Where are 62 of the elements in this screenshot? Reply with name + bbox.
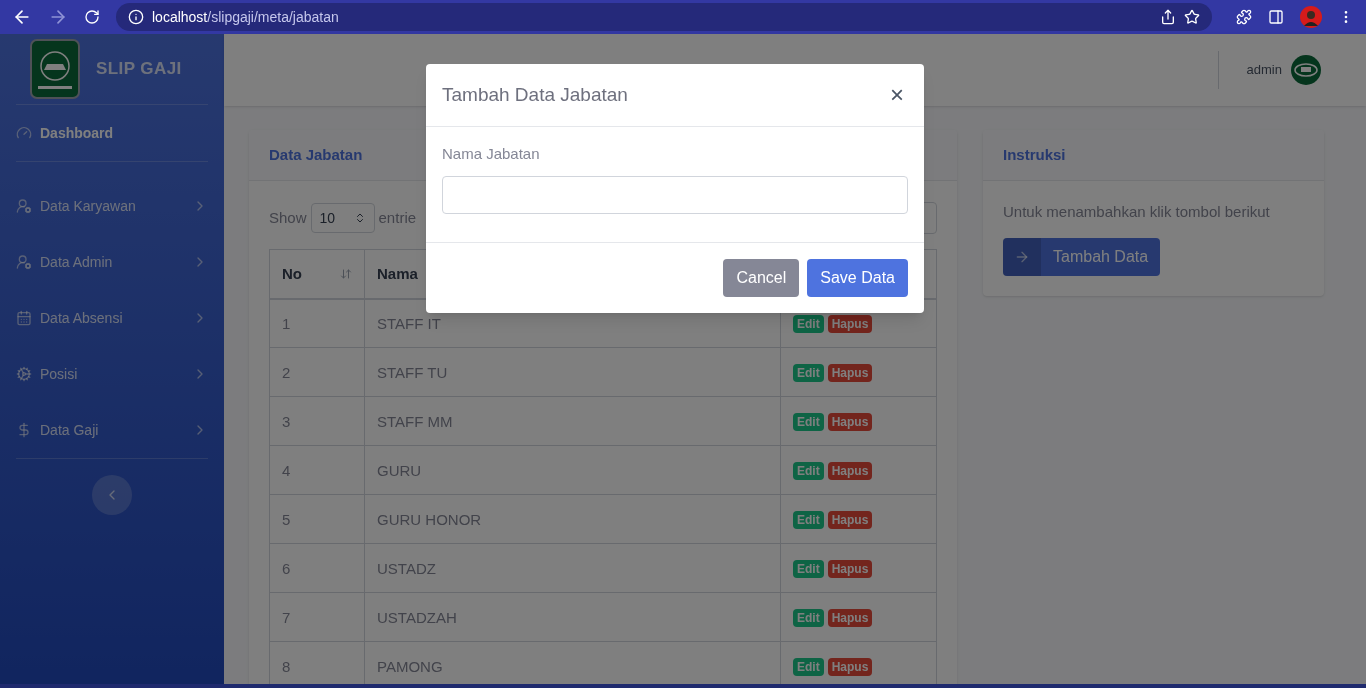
- sidebar-item[interactable]: Dashboard: [16, 105, 208, 161]
- edit-button[interactable]: Edit: [793, 511, 824, 529]
- show-label: Show: [269, 207, 307, 228]
- table-cell: 3: [269, 396, 365, 446]
- edit-button[interactable]: Edit: [793, 609, 824, 627]
- user-avatar-icon[interactable]: [1290, 54, 1322, 86]
- save-button[interactable]: Save Data: [807, 258, 908, 297]
- brand-title[interactable]: SLIP GAJI: [96, 56, 182, 82]
- sidebar-item[interactable]: Data Gaji: [16, 402, 208, 458]
- table-cell: 2: [269, 347, 365, 397]
- column-header[interactable]: No: [269, 249, 365, 299]
- cancel-button[interactable]: Cancel: [723, 258, 800, 297]
- delete-button[interactable]: Hapus: [827, 315, 873, 333]
- sidebar-item[interactable]: Data Absensi: [16, 290, 208, 346]
- bookmark-star-icon[interactable]: [1184, 9, 1200, 25]
- entries-label: entrie: [378, 207, 417, 228]
- address-bar[interactable]: localhost/slipgaji/meta/jabatan: [116, 3, 1212, 31]
- sidebar-item[interactable]: Data Admin: [16, 234, 208, 290]
- sidebar-item[interactable]: Posisi: [16, 346, 208, 402]
- table-cell: 4: [269, 445, 365, 495]
- table-cell: 7: [269, 592, 365, 642]
- edit-button[interactable]: Edit: [793, 413, 824, 431]
- delete-button[interactable]: Hapus: [827, 560, 873, 578]
- card-title: Data Jabatan: [269, 144, 363, 165]
- extensions-icon[interactable]: [1236, 9, 1252, 25]
- share-icon[interactable]: [1160, 9, 1176, 25]
- table-cell: USTADZ: [364, 543, 781, 593]
- edit-button[interactable]: Edit: [793, 315, 824, 333]
- info-icon[interactable]: [128, 9, 144, 25]
- table-cell: 6: [269, 543, 365, 593]
- profile-avatar-icon[interactable]: [1300, 6, 1322, 28]
- url-text: localhost/slipgaji/meta/jabatan: [152, 7, 339, 27]
- delete-button[interactable]: Hapus: [827, 658, 873, 676]
- table-cell: GURU: [364, 445, 781, 495]
- table-cell: 1: [269, 298, 365, 348]
- modal-title: Tambah Data Jabatan: [442, 82, 628, 107]
- table-cell: GURU HONOR: [364, 494, 781, 544]
- table-cell: USTADZAH: [364, 592, 781, 642]
- table-cell: STAFF MM: [364, 396, 781, 446]
- input-field[interactable]: [442, 175, 908, 214]
- logo-icon: [30, 39, 80, 99]
- add-data-button[interactable]: Tambah Data: [1003, 237, 1161, 276]
- delete-button[interactable]: Hapus: [827, 413, 873, 431]
- edit-button[interactable]: Edit: [793, 560, 824, 578]
- edit-button[interactable]: Edit: [793, 658, 824, 676]
- table-cell: 5: [269, 494, 365, 544]
- edit-button[interactable]: Edit: [793, 462, 824, 480]
- edit-button[interactable]: Edit: [793, 364, 824, 382]
- sidebar-item[interactable]: Data Karyawan: [16, 178, 208, 234]
- table-cell: STAFF TU: [364, 347, 781, 397]
- close-button[interactable]: ×: [886, 83, 908, 107]
- delete-button[interactable]: Hapus: [827, 364, 873, 382]
- card-title: Instruksi: [1003, 144, 1066, 165]
- delete-button[interactable]: Hapus: [827, 511, 873, 529]
- instruction-text: Untuk menambahkan klik tombol berikut: [1003, 202, 1271, 222]
- reload-icon[interactable]: [84, 9, 100, 25]
- page-size-select[interactable]: 10: [310, 203, 375, 233]
- field-label: Nama Jabatan: [442, 144, 541, 164]
- user-name[interactable]: admin: [1246, 60, 1282, 80]
- delete-button[interactable]: Hapus: [827, 609, 873, 627]
- delete-button[interactable]: Hapus: [827, 462, 873, 480]
- side-panel-icon[interactable]: [1268, 9, 1284, 25]
